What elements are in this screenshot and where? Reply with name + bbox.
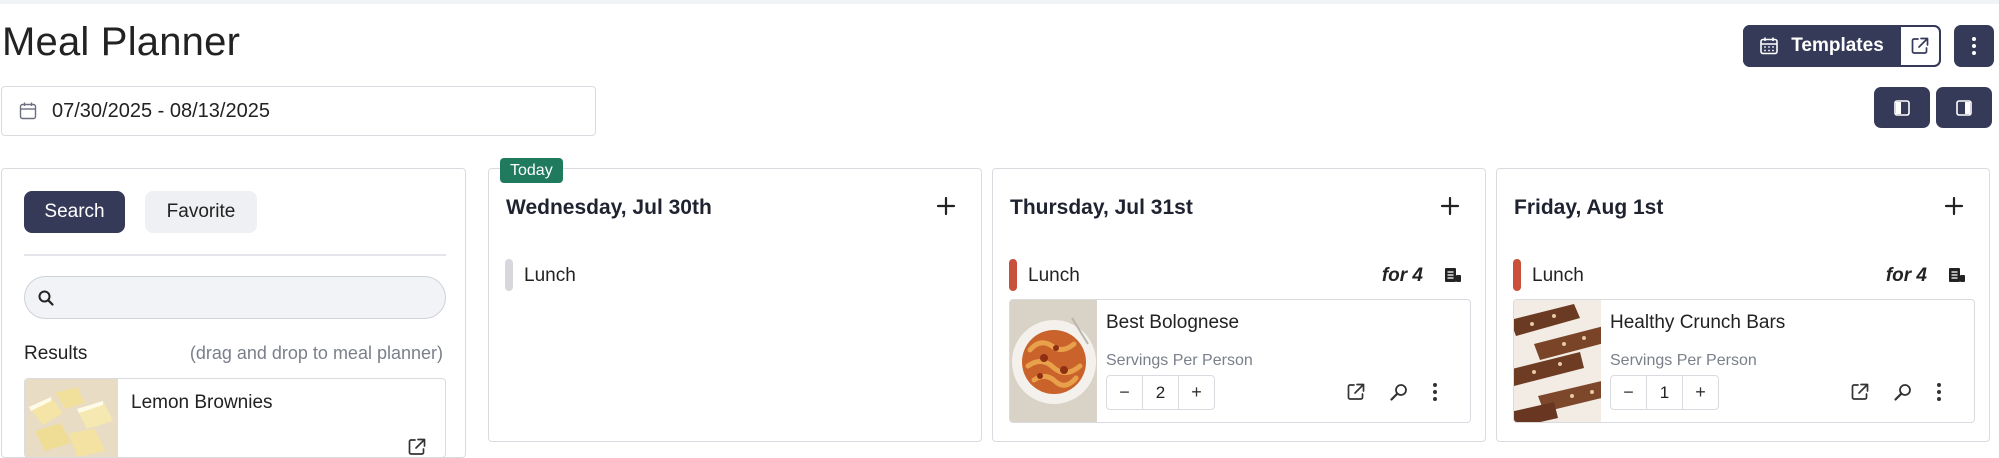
servings-stepper: − 2 + xyxy=(1106,375,1215,410)
entry-recipe-name: Healthy Crunch Bars xyxy=(1610,312,1786,333)
meal-color-bar xyxy=(1513,259,1521,291)
meal-entry[interactable]: Healthy Crunch Bars Servings Per Person … xyxy=(1513,299,1975,423)
date-range-value: 07/30/2025 - 08/13/2025 xyxy=(52,99,270,122)
sidebar-left-icon xyxy=(1894,99,1910,116)
day-title: Thursday, Jul 31st xyxy=(1010,196,1193,219)
servings-value[interactable]: 1 xyxy=(1646,376,1683,409)
recipe-image-lemon-brownies xyxy=(25,379,118,457)
search-icon xyxy=(38,290,54,306)
recipe-search-panel: Search Favorite Results (drag and drop t… xyxy=(1,168,466,458)
day-title: Wednesday, Jul 30th xyxy=(506,196,712,219)
today-badge: Today xyxy=(500,158,563,183)
entry-servings-label: Servings Per Person xyxy=(1106,352,1253,369)
day-title: Friday, Aug 1st xyxy=(1514,196,1664,219)
templates-button[interactable]: Templates xyxy=(1743,25,1900,67)
servings-stepper: − 1 + xyxy=(1610,375,1719,410)
decrement-button[interactable]: − xyxy=(1107,376,1142,409)
meal-servings-for: for 4 xyxy=(1381,265,1423,286)
increment-button[interactable]: + xyxy=(1179,376,1214,409)
toggle-left-panel-button[interactable] xyxy=(1874,87,1930,128)
results-label: Results xyxy=(24,343,88,364)
day-column: Thursday, Jul 31st Lunch for 4 Best Bolo… xyxy=(992,168,1486,442)
top-border xyxy=(0,0,1999,4)
more-options-button[interactable] xyxy=(1954,25,1994,67)
shopping-list-icon[interactable] xyxy=(1443,265,1463,285)
entry-recipe-name: Best Bolognese xyxy=(1106,312,1240,333)
external-link-icon[interactable] xyxy=(1346,382,1366,402)
add-meal-icon[interactable] xyxy=(1943,195,1965,217)
search-icon[interactable] xyxy=(1893,382,1913,402)
meal-label: Lunch xyxy=(524,265,576,286)
templates-external-button[interactable] xyxy=(1900,25,1941,67)
day-column: Friday, Aug 1st Lunch for 4 Healthy Crun… xyxy=(1496,168,1990,442)
increment-button[interactable]: + xyxy=(1683,376,1718,409)
decrement-button[interactable]: − xyxy=(1611,376,1646,409)
calendar-icon xyxy=(19,102,37,120)
divider xyxy=(24,254,446,256)
sidebar-right-icon xyxy=(1956,99,1972,116)
tab-favorite[interactable]: Favorite xyxy=(145,191,257,233)
external-link-icon xyxy=(1911,37,1929,54)
shopping-list-icon[interactable] xyxy=(1947,265,1967,285)
recipe-name: Lemon Brownies xyxy=(131,392,273,413)
templates-button-group: Templates xyxy=(1743,25,1941,67)
search-field[interactable] xyxy=(24,276,446,319)
calendar-icon xyxy=(1760,37,1779,55)
search-result-item[interactable]: Lemon Brownies xyxy=(24,378,446,458)
entry-servings-label: Servings Per Person xyxy=(1610,352,1757,369)
external-link-icon[interactable] xyxy=(1850,382,1870,402)
page-title: Meal Planner xyxy=(2,20,241,64)
recipe-image-crunch-bars xyxy=(1514,300,1601,422)
day-column: Wednesday, Jul 30th Lunch xyxy=(488,168,982,442)
meal-label: Lunch xyxy=(1532,265,1584,286)
more-vertical-icon xyxy=(1972,37,1976,55)
tab-search[interactable]: Search xyxy=(24,191,125,233)
add-meal-icon[interactable] xyxy=(935,195,957,217)
more-vertical-icon[interactable] xyxy=(1936,382,1942,402)
meal-servings-for: for 4 xyxy=(1885,265,1927,286)
more-vertical-icon[interactable] xyxy=(1432,382,1438,402)
external-link-icon[interactable] xyxy=(407,437,427,457)
toggle-right-panel-button[interactable] xyxy=(1936,87,1992,128)
search-icon[interactable] xyxy=(1389,382,1409,402)
meal-color-bar xyxy=(505,259,513,291)
meal-color-bar xyxy=(1009,259,1017,291)
meal-entry[interactable]: Best Bolognese Servings Per Person − 2 + xyxy=(1009,299,1471,423)
meal-label: Lunch xyxy=(1028,265,1080,286)
results-hint: (drag and drop to meal planner) xyxy=(189,343,443,363)
date-range-picker[interactable]: 07/30/2025 - 08/13/2025 xyxy=(1,86,596,136)
recipe-image-bolognese xyxy=(1010,300,1097,422)
templates-label: Templates xyxy=(1791,35,1884,56)
add-meal-icon[interactable] xyxy=(1439,195,1461,217)
servings-value[interactable]: 2 xyxy=(1142,376,1179,409)
search-input[interactable] xyxy=(63,287,443,308)
